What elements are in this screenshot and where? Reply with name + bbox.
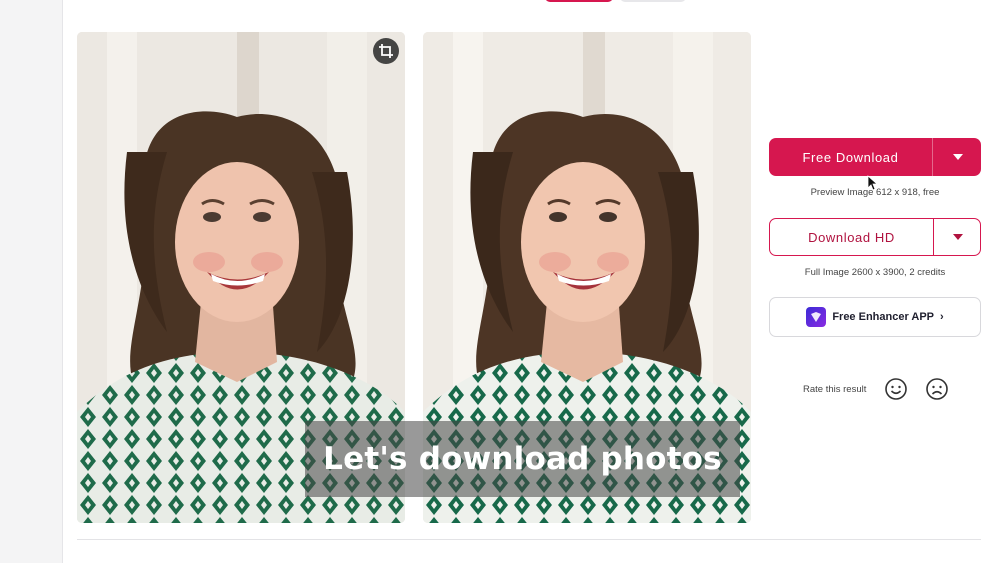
smile-icon[interactable] — [884, 377, 908, 401]
video-caption: Let's download photos — [305, 421, 740, 497]
section-divider — [77, 539, 981, 540]
caret-down-icon — [953, 234, 963, 240]
crop-icon — [379, 44, 393, 58]
enhancer-app-logo — [806, 307, 827, 327]
rate-this-result-label: Rate this result — [803, 384, 867, 395]
frown-icon[interactable] — [925, 377, 949, 401]
free-download-label: Free Download — [802, 149, 899, 165]
free-enhancer-app-label: Free Enhancer APP — [832, 311, 934, 323]
download-hd-dropdown[interactable] — [933, 219, 982, 255]
chevron-right-icon: › — [940, 311, 944, 323]
tab-active[interactable] — [545, 0, 613, 2]
download-hd-button[interactable]: Download HD — [769, 218, 981, 256]
download-hd-label: Download HD — [808, 229, 895, 245]
crop-button[interactable] — [373, 38, 399, 64]
free-download-button[interactable]: Free Download — [769, 138, 981, 176]
free-download-dropdown[interactable] — [932, 138, 982, 176]
download-hd-note: Full Image 2600 x 3900, 2 credits — [804, 267, 946, 278]
mouse-cursor-icon — [867, 175, 877, 191]
caret-down-icon — [952, 154, 963, 160]
free-enhancer-app-button[interactable]: Free Enhancer APP › — [769, 297, 981, 337]
tab-inactive[interactable] — [620, 0, 686, 2]
